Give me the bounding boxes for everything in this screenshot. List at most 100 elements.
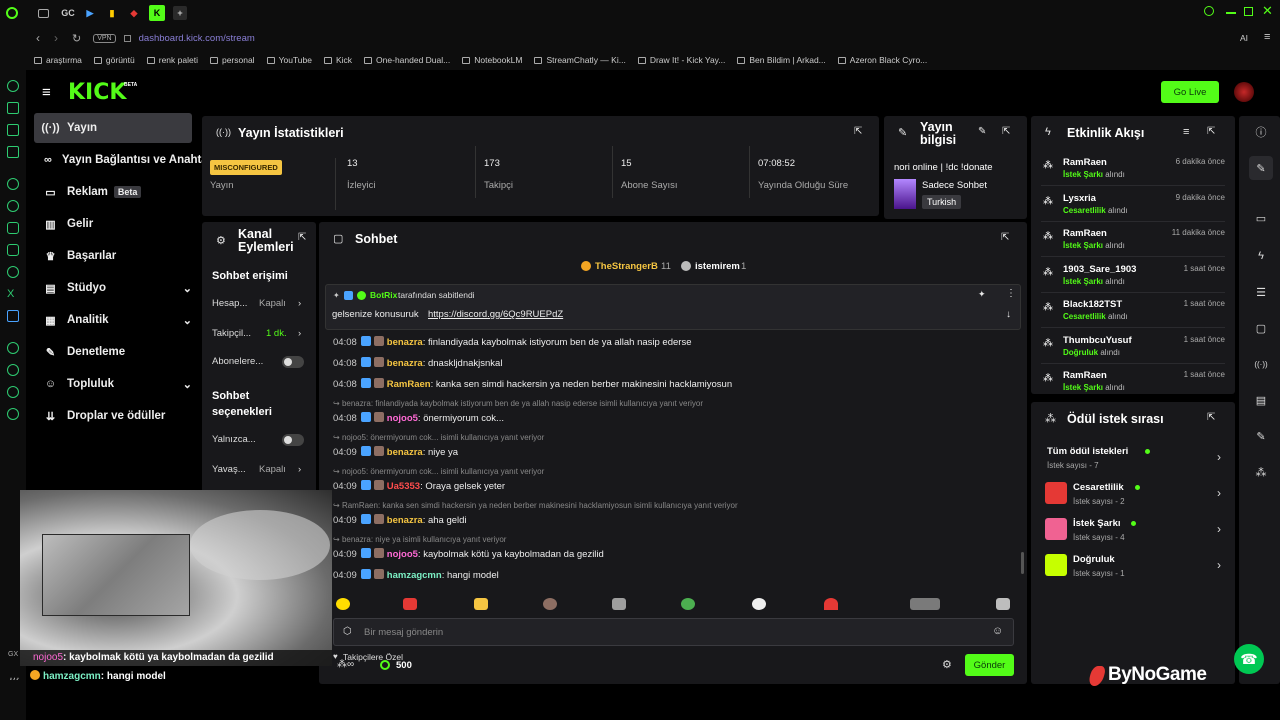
popout-icon[interactable]: ⇱: [854, 126, 862, 137]
nav-item-droplar[interactable]: ⇊ Droplar ve ödüller: [34, 401, 192, 431]
emote[interactable]: [681, 598, 695, 610]
avatar[interactable]: [1234, 82, 1254, 102]
follower-only-row[interactable]: Takipçil... 1 dk. ›: [212, 328, 306, 339]
kick-logo[interactable]: KICK: [68, 80, 126, 105]
rewards-icon[interactable]: ⁂: [1249, 460, 1273, 484]
sidebar-clock-icon[interactable]: [7, 80, 19, 92]
sidebar-info-icon[interactable]: [7, 386, 19, 398]
nav-item-reklam[interactable]: ▭ Reklam Beta: [34, 177, 192, 207]
minimize-icon[interactable]: [1226, 12, 1236, 14]
pinned-by-user[interactable]: BotRix: [370, 290, 397, 300]
bookmark-item[interactable]: görüntü: [93, 55, 135, 65]
message-user[interactable]: RamRaen: [387, 379, 431, 390]
pinned-link[interactable]: https://discord.gg/6Qc9RUEPdZ: [428, 309, 563, 320]
hamburger-menu-icon[interactable]: ≡: [42, 84, 51, 101]
new-tab-button[interactable]: +: [173, 6, 187, 20]
edit-icon[interactable]: ✎: [1249, 156, 1273, 180]
unpin-icon[interactable]: ✦: [978, 289, 986, 300]
emote[interactable]: [752, 598, 766, 610]
reward-row[interactable]: Cesaretlilik İstek sayısı - 2 ›: [1041, 478, 1225, 510]
chat-message[interactable]: 04:09 hamzagcmn: hangi model: [333, 569, 499, 581]
message-user[interactable]: nojoo5: [387, 413, 418, 424]
bookmark-item[interactable]: renk paleti: [146, 55, 198, 65]
forward-icon[interactable]: ›: [54, 31, 58, 45]
activity-item[interactable]: ⁂ Lysxria 9 dakika önce Cesaretlilik alındı: [1041, 188, 1225, 222]
bookmark-item[interactable]: araştırma: [34, 55, 82, 65]
emote[interactable]: [336, 598, 350, 610]
tab-bars-icon[interactable]: ▮: [105, 6, 119, 20]
tab-gc[interactable]: GC: [61, 6, 75, 20]
bookmark-item[interactable]: Draw It! - Kick Yay...: [637, 55, 725, 65]
sidebar-translate-icon[interactable]: [7, 310, 19, 322]
message-user[interactable]: benazra: [387, 358, 423, 369]
sidebar-instagram-icon[interactable]: [7, 244, 19, 256]
nav-item-topluluk[interactable]: ☺ Topluluk ⌄: [34, 369, 192, 399]
all-rewards-row[interactable]: Tüm ödül istekleri İstek sayısı - 7 ›: [1041, 442, 1225, 474]
popout-icon[interactable]: ⇱: [1001, 232, 1009, 243]
chat-message[interactable]: 04:09 Ua5353: Oraya gelsek yeter: [333, 480, 505, 492]
slow-mode-row[interactable]: Yavaş... Kapalı ›: [212, 464, 306, 475]
account-age-row[interactable]: Hesap... Kapalı ›: [212, 298, 306, 309]
tab-window-icon[interactable]: [38, 8, 49, 18]
activity-item[interactable]: ⁂ 1903_Sare_1903 1 saat önce İstek Şarkı al…: [1041, 259, 1225, 293]
popout-icon[interactable]: ⇱: [1002, 126, 1010, 137]
stack-icon[interactable]: ▤: [1249, 388, 1273, 412]
message-user[interactable]: nojoo5: [387, 549, 418, 560]
sidebar-whatsapp-icon[interactable]: [7, 200, 19, 212]
sidebar-chatgpt-icon[interactable]: [7, 178, 19, 190]
tab-red-icon[interactable]: ◆: [127, 6, 141, 20]
chat-message[interactable]: 04:08 nojoo5: önermiyorum cok...: [333, 412, 504, 424]
chat-message[interactable]: 04:09 benazra: aha geldi: [333, 514, 467, 526]
bookmark-item[interactable]: YouTube: [266, 55, 312, 65]
broadcast-icon[interactable]: ((·)): [1249, 352, 1273, 376]
reload-icon[interactable]: ↻: [72, 32, 81, 45]
chat-icon[interactable]: ▢: [1249, 316, 1273, 340]
bookmark-item[interactable]: personal: [209, 55, 255, 65]
bookmark-item[interactable]: Ben Bildim | Arkad...: [737, 55, 826, 65]
reward-row[interactable]: Doğruluk İstek sayısı - 1 ›: [1041, 550, 1225, 582]
nav-item-denetleme[interactable]: ✎ Denetleme: [34, 337, 192, 367]
nav-item-stream-key[interactable]: ∞ Yayın Bağlantısı ve Anahtarı: [34, 145, 206, 175]
search-icon[interactable]: [1204, 6, 1214, 16]
popout-icon[interactable]: ⇱: [1207, 126, 1215, 137]
popout-icon[interactable]: ⇱: [1207, 412, 1215, 423]
chat-settings-icon[interactable]: ⚙: [942, 658, 952, 671]
go-live-button[interactable]: Go Live: [1161, 81, 1219, 103]
emote-only-toggle[interactable]: [282, 434, 304, 446]
url-field[interactable]: dashboard.kick.com/stream: [139, 33, 255, 44]
message-user[interactable]: hamzagcmn: [387, 570, 442, 581]
send-button[interactable]: Gönder: [965, 654, 1014, 676]
overlay-more-icon[interactable]: …: [9, 672, 19, 683]
nav-item-gelir[interactable]: ▥ Gelir: [34, 209, 192, 239]
emote[interactable]: [612, 598, 626, 610]
more-options-icon[interactable]: ⋮: [1006, 288, 1016, 299]
activity-item[interactable]: ⁂ RamRaen 1 saat önce İstek Şarkı alındı: [1041, 365, 1225, 394]
activity-item[interactable]: ⁂ ThumbcuYusuf 1 saat önce Doğruluk alındı: [1041, 330, 1225, 364]
opera-logo-icon[interactable]: [6, 7, 18, 19]
filter-icon[interactable]: ≡: [1183, 126, 1189, 138]
emote[interactable]: [996, 598, 1010, 610]
expand-icon[interactable]: ↓: [1006, 309, 1011, 320]
message-user[interactable]: benazra: [387, 515, 423, 526]
emote[interactable]: [474, 598, 488, 610]
nav-item-analitik[interactable]: ▦ Analitik ⌄: [34, 305, 192, 335]
message-user[interactable]: benazra: [387, 447, 423, 458]
reward-row[interactable]: İstek Şarkı İstek sayısı - 4 ›: [1041, 514, 1225, 546]
chat-message[interactable]: 04:09 nojoo5: kaybolmak kötü ya kaybolmad…: [333, 548, 604, 560]
wrench-icon[interactable]: ✎: [1249, 424, 1273, 448]
emote[interactable]: [910, 598, 940, 610]
chat-scrollbar[interactable]: [1021, 552, 1024, 574]
sidebar-history-icon[interactable]: [7, 364, 19, 376]
popout-icon[interactable]: ⇱: [298, 232, 306, 243]
activity-item[interactable]: ⁂ RamRaen 6 dakika önce İstek Şarkı alındı: [1041, 152, 1225, 186]
emoji-icon[interactable]: ☺: [992, 625, 1003, 637]
bookmark-item[interactable]: Azeron Black Cyro...: [837, 55, 927, 65]
sidebar-discord-icon[interactable]: [7, 222, 19, 234]
chat-message[interactable]: 04:08 benazra: dnaskljdnakjsnkal: [333, 357, 502, 369]
sidebar-bag-icon[interactable]: [7, 102, 19, 114]
activity-item[interactable]: ⁂ Black182TST 1 saat önce Cesaretlilik alın…: [1041, 294, 1225, 328]
sidebar-x-icon[interactable]: X: [7, 288, 19, 300]
chat-message[interactable]: 04:08 benazra: finlandiyada kaybolmak ist…: [333, 336, 691, 348]
ai-button[interactable]: AI: [1240, 33, 1248, 43]
back-icon[interactable]: ‹: [36, 31, 40, 45]
